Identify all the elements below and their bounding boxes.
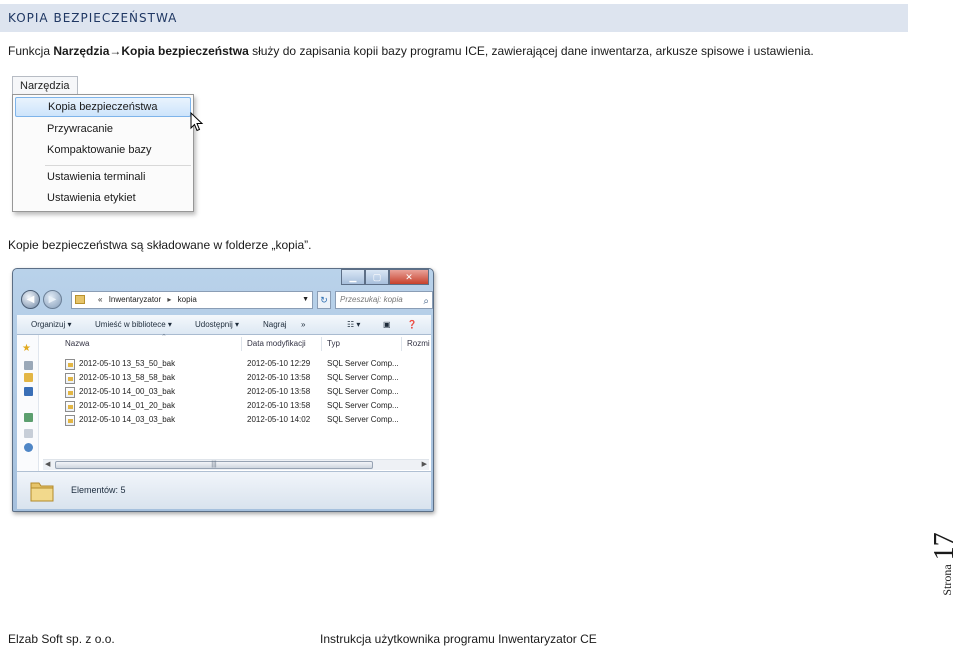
- navigation-pane: ★: [17, 335, 39, 471]
- database-file-icon: [65, 359, 75, 370]
- desktop-icon[interactable]: [24, 361, 33, 370]
- more-button[interactable]: »: [301, 315, 305, 335]
- section-title: KOPIA BEZPIECZEŃSTWA: [0, 4, 908, 32]
- window-controls: ▁ ▢ ✕: [341, 269, 429, 285]
- column-header-type[interactable]: Typ: [327, 339, 340, 348]
- documents-icon[interactable]: [24, 429, 33, 438]
- footer-document-title: Instrukcja użytkownika programu Inwentar…: [320, 632, 597, 646]
- libraries-icon[interactable]: [24, 413, 33, 422]
- menu-item-compact[interactable]: Kompaktowanie bazy: [15, 140, 191, 160]
- file-name: 2012-05-10 13_53_50_bak: [79, 359, 176, 368]
- sort-ascending-icon: ⌃: [161, 334, 167, 341]
- database-file-icon: [65, 401, 75, 412]
- menu-item-label-settings[interactable]: Ustawienia etykiet: [15, 188, 191, 208]
- intro-paragraph: Funkcja Narzędzia→Kopia bezpieczeństwa s…: [8, 44, 814, 58]
- details-pane: Elementów: 5: [17, 471, 431, 509]
- folder-icon: [75, 295, 85, 304]
- file-row[interactable]: 2012-05-10 14_00_03_bak 2012-05-10 13:58…: [39, 385, 429, 399]
- recent-places-icon[interactable]: [24, 387, 33, 396]
- tools-menu-screenshot: Narzędzia Kopia bezpieczeństwa Przywraca…: [12, 76, 196, 214]
- refresh-icon[interactable]: ↻: [317, 291, 331, 309]
- file-date: 2012-05-10 13:58: [247, 387, 311, 396]
- help-icon[interactable]: ❓: [407, 315, 417, 335]
- horizontal-scrollbar[interactable]: ◀ ||| ▶: [43, 459, 429, 470]
- minimize-icon[interactable]: ▁: [341, 269, 365, 285]
- mouse-cursor-icon: [190, 112, 204, 132]
- intro-prefix: Funkcja: [8, 44, 54, 58]
- page-number-value: 17: [929, 532, 960, 561]
- breadcrumb-item-inwentaryzator[interactable]: Inwentaryzator: [109, 295, 161, 304]
- file-name: 2012-05-10 14_03_03_bak: [79, 415, 176, 424]
- organize-button[interactable]: Organizuj ▾: [31, 315, 71, 335]
- file-row[interactable]: 2012-05-10 13_53_50_bak 2012-05-10 12:29…: [39, 357, 429, 371]
- file-name: 2012-05-10 14_01_20_bak: [79, 401, 176, 410]
- file-type: SQL Server Comp...: [327, 387, 399, 396]
- music-icon[interactable]: [24, 443, 33, 452]
- file-row[interactable]: 2012-05-10 14_01_20_bak 2012-05-10 13:58…: [39, 399, 429, 413]
- file-date: 2012-05-10 12:29: [247, 359, 311, 368]
- scroll-right-icon[interactable]: ▶: [422, 460, 427, 468]
- forward-arrow-icon[interactable]: ▶: [43, 290, 62, 309]
- breadcrumb-item-kopia[interactable]: kopia: [178, 295, 197, 304]
- scroll-left-icon[interactable]: ◀: [45, 460, 50, 468]
- view-options-icon[interactable]: ☷ ▾: [347, 315, 360, 335]
- column-separator[interactable]: [321, 337, 322, 351]
- item-count: Elementów: 5: [71, 485, 126, 495]
- file-date: 2012-05-10 14:02: [247, 415, 311, 424]
- column-header-date[interactable]: Data modyfikacji: [247, 339, 306, 348]
- favorites-star-icon[interactable]: ★: [22, 343, 31, 354]
- command-toolbar: Organizuj ▾ Umieść w bibliotece ▾ Udostę…: [17, 315, 431, 335]
- file-date: 2012-05-10 13:58: [247, 373, 311, 382]
- breadcrumb-prefix: «: [98, 295, 103, 304]
- column-separator[interactable]: [241, 337, 242, 351]
- include-in-library-button[interactable]: Umieść w bibliotece ▾: [95, 315, 172, 335]
- file-list-pane: ★ ⌃ Nazwa Data modyfikacji Typ Rozmi 201…: [17, 334, 431, 471]
- navigation-bar: ◀ ▶ « Inwentaryzator ▸ kopia ▼ ↻ Przeszu…: [19, 289, 433, 311]
- chevron-right-icon[interactable]: ▸: [167, 295, 171, 304]
- page-label: Strona: [940, 564, 954, 596]
- share-button[interactable]: Udostępnij ▾: [195, 315, 239, 335]
- file-type: SQL Server Comp...: [327, 359, 399, 368]
- database-file-icon: [65, 415, 75, 426]
- file-type: SQL Server Comp...: [327, 373, 399, 382]
- maximize-icon[interactable]: ▢: [365, 269, 389, 285]
- search-icon[interactable]: ⌕: [423, 294, 429, 310]
- column-separator[interactable]: [401, 337, 402, 351]
- database-file-icon: [65, 387, 75, 398]
- backup-folder-caption: Kopie bezpieczeństwa są składowane w fol…: [8, 238, 312, 252]
- database-file-icon: [65, 373, 75, 384]
- search-input[interactable]: Przeszukaj: kopia ⌕: [335, 291, 433, 309]
- burn-button[interactable]: Nagraj: [263, 315, 287, 335]
- downloads-icon[interactable]: [24, 373, 33, 382]
- column-header-name[interactable]: Nazwa: [65, 339, 89, 348]
- menu-tab-narzedzia[interactable]: Narzędzia: [12, 76, 78, 95]
- file-row[interactable]: 2012-05-10 14_03_03_bak 2012-05-10 14:02…: [39, 413, 429, 427]
- file-date: 2012-05-10 13:58: [247, 401, 311, 410]
- folder-icon: [30, 482, 54, 502]
- intro-suffix: służy do zapisania kopii bazy programu I…: [248, 44, 814, 58]
- intro-menu-path: Narzędzia→Kopia bezpieczeństwa: [53, 44, 249, 58]
- file-name: 2012-05-10 13_58_58_bak: [79, 373, 176, 382]
- close-icon[interactable]: ✕: [389, 269, 429, 285]
- address-bar[interactable]: « Inwentaryzator ▸ kopia ▼: [71, 291, 313, 309]
- file-row[interactable]: 2012-05-10 13_58_58_bak 2012-05-10 13:58…: [39, 371, 429, 385]
- preview-pane-icon[interactable]: ▣: [383, 315, 391, 335]
- page-number: Strona 17: [929, 528, 960, 600]
- file-type: SQL Server Comp...: [327, 401, 399, 410]
- explorer-window: ▁ ▢ ✕ ◀ ▶ « Inwentaryzator ▸ kopia ▼ ↻ P…: [12, 268, 434, 512]
- menu-item-terminal-settings[interactable]: Ustawienia terminali: [15, 167, 191, 187]
- column-header-size[interactable]: Rozmi: [407, 339, 430, 348]
- file-name: 2012-05-10 14_00_03_bak: [79, 387, 176, 396]
- file-type: SQL Server Comp...: [327, 415, 399, 424]
- scrollbar-thumb[interactable]: |||: [55, 461, 373, 469]
- search-placeholder: Przeszukaj: kopia: [340, 295, 403, 304]
- tools-menu-dropdown: Kopia bezpieczeństwa Przywracanie Kompak…: [12, 94, 194, 212]
- menu-item-restore[interactable]: Przywracanie: [15, 119, 191, 139]
- footer-company: Elzab Soft sp. z o.o.: [8, 632, 115, 646]
- back-arrow-icon[interactable]: ◀: [21, 290, 40, 309]
- menu-item-backup[interactable]: Kopia bezpieczeństwa: [15, 97, 191, 117]
- menu-separator: [45, 165, 191, 166]
- chevron-down-icon[interactable]: ▼: [302, 292, 309, 308]
